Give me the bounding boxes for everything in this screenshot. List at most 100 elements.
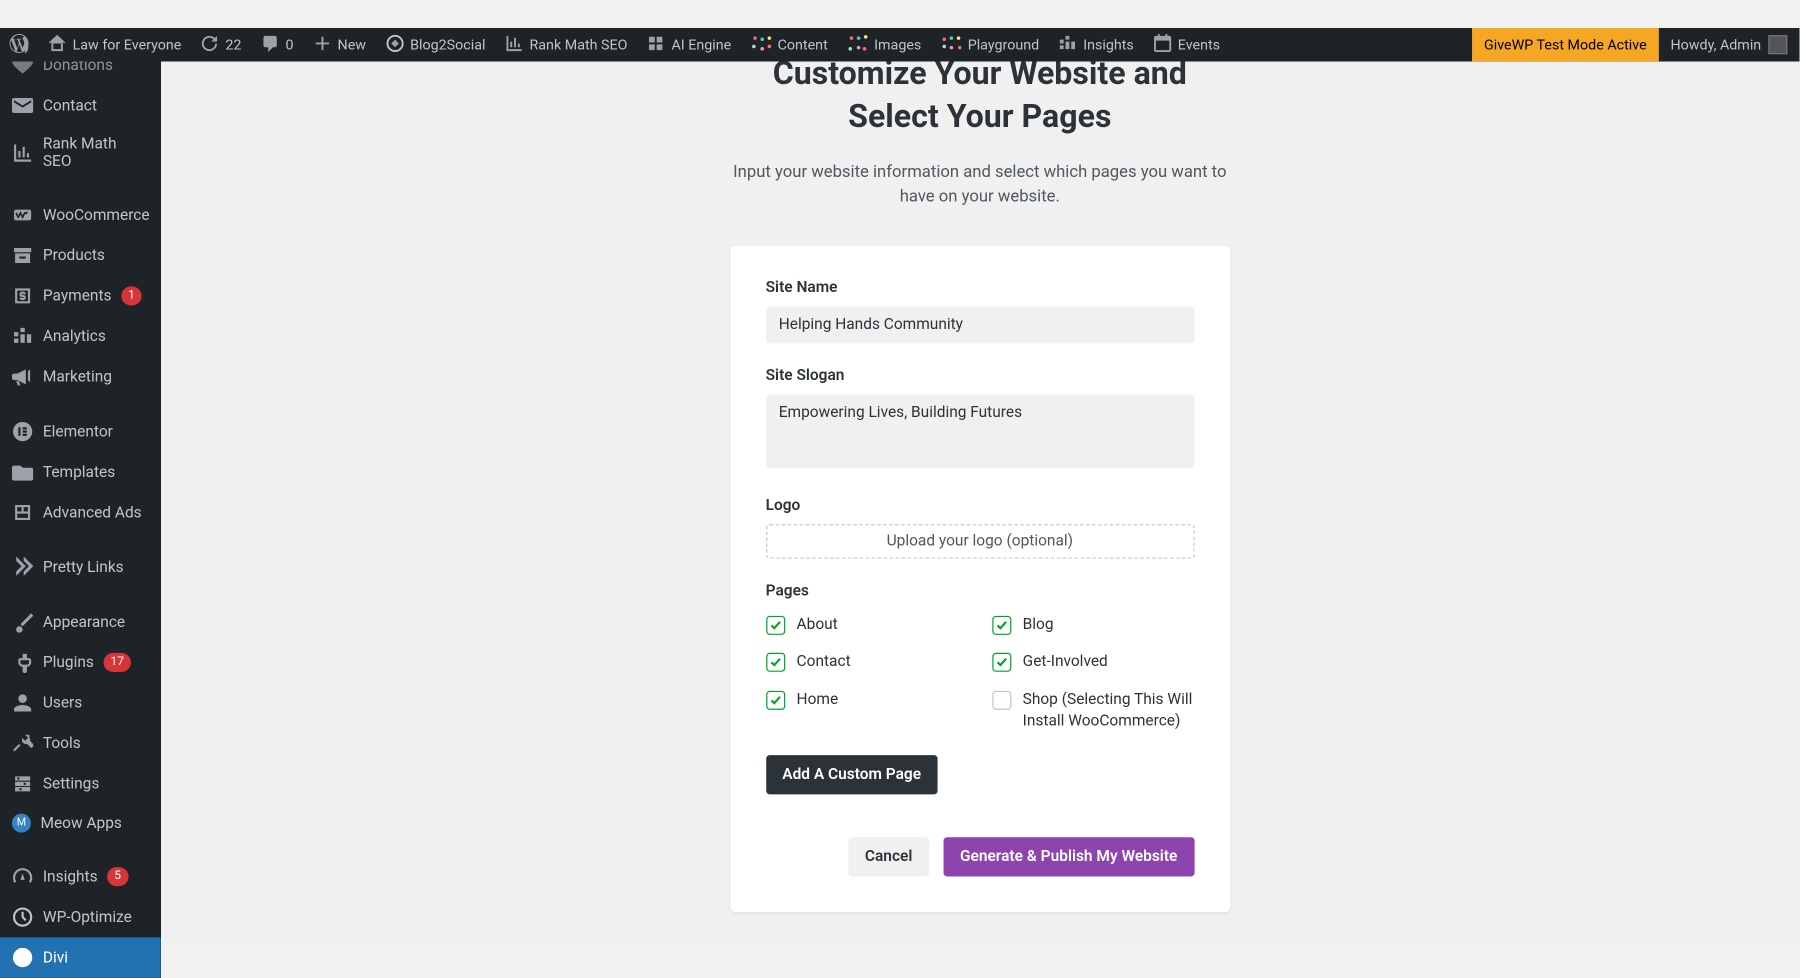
sidebar-item-tools[interactable]: Tools xyxy=(0,723,161,763)
sidebar-item-appearance[interactable]: Appearance xyxy=(0,602,161,642)
page-header: Customize Your Website and Select Your P… xyxy=(456,52,1503,210)
chart-icon xyxy=(505,33,524,56)
sidebar-item-label: Templates xyxy=(43,463,115,481)
sidebar-item-label: Settings xyxy=(43,775,99,793)
adminbar-wp-logo[interactable] xyxy=(0,28,38,61)
page-check-home[interactable]: Home xyxy=(766,690,968,732)
sidebar-item-plugins[interactable]: Plugins 17 xyxy=(0,642,161,682)
givewp-test-mode-badge[interactable]: GiveWP Test Mode Active xyxy=(1472,28,1658,61)
sidebar-item-wp-optimize[interactable]: WP-Optimize xyxy=(0,897,161,937)
sidebar-item-users[interactable]: Users xyxy=(0,683,161,723)
sidebar-item-label: Insights xyxy=(43,868,98,886)
sidebar-item-label: WP-Optimize xyxy=(43,908,132,926)
adminbar-events-label: Events xyxy=(1178,36,1220,53)
checkbox[interactable] xyxy=(766,691,785,710)
adminbar-rank-math-label: Rank Math SEO xyxy=(529,36,627,53)
dollar-icon xyxy=(12,285,33,306)
checkbox[interactable] xyxy=(766,653,785,672)
sidebar-item-analytics[interactable]: Analytics xyxy=(0,316,161,356)
sidebar-item-elementor[interactable]: Elementor xyxy=(0,411,161,451)
page-check-blog[interactable]: Blog xyxy=(992,615,1194,636)
sidebar-item-advanced-ads[interactable]: Advanced Ads xyxy=(0,492,161,532)
sidebar-item-label: Products xyxy=(43,246,105,264)
folder-icon xyxy=(12,461,33,482)
sidebar-item-meow-apps[interactable]: M Meow Apps xyxy=(0,804,161,842)
sidebar-item-marketing[interactable]: Marketing xyxy=(0,356,161,396)
howdy-account[interactable]: Howdy, Admin xyxy=(1659,28,1800,61)
site-slogan-input[interactable]: Empowering Lives, Building Futures xyxy=(766,394,1194,468)
woo-icon xyxy=(12,204,33,225)
adminbar-content[interactable]: Content xyxy=(741,28,838,61)
adminbar-events[interactable]: Events xyxy=(1143,28,1229,61)
cancel-button[interactable]: Cancel xyxy=(848,837,929,876)
heart-icon xyxy=(12,61,33,75)
adminbar-ai-engine[interactable]: AI Engine xyxy=(637,28,741,61)
plus-icon xyxy=(313,33,332,56)
sidebar-item-label: Analytics xyxy=(43,327,106,345)
adminbar-playground[interactable]: Playground xyxy=(931,28,1049,61)
ads-icon xyxy=(12,502,33,523)
adminbar-site-name-label: Law for Everyone xyxy=(73,36,182,53)
adminbar-site-name[interactable]: Law for Everyone xyxy=(38,28,191,61)
pages-label: Pages xyxy=(766,582,1194,600)
sidebar-item-label: Advanced Ads xyxy=(43,503,142,521)
update-icon xyxy=(200,33,219,56)
adminbar-comments[interactable]: 0 xyxy=(251,28,303,61)
site-name-input[interactable] xyxy=(766,306,1194,343)
adminbar-images[interactable]: Images xyxy=(837,28,931,61)
logo-label: Logo xyxy=(766,497,1194,515)
page-check-label: Blog xyxy=(1023,615,1054,636)
avatar xyxy=(1768,35,1787,54)
adminbar-images-label: Images xyxy=(874,36,921,53)
sidebar-item-woocommerce[interactable]: WooCommerce xyxy=(0,195,161,235)
sidebar-item-label: Appearance xyxy=(43,613,125,631)
adminbar-rank-math[interactable]: Rank Math SEO xyxy=(495,28,637,61)
add-custom-page-button[interactable]: Add A Custom Page xyxy=(766,755,938,794)
checkbox[interactable] xyxy=(766,616,785,635)
page-check-shop[interactable]: Shop (Selecting This Will Install WooCom… xyxy=(992,690,1194,732)
user-icon xyxy=(12,692,33,713)
page-check-label: Shop (Selecting This Will Install WooCom… xyxy=(1023,690,1194,732)
checkbox[interactable] xyxy=(992,691,1011,710)
star-icon xyxy=(12,556,33,577)
sidebar-item-label: Meow Apps xyxy=(40,814,121,832)
adminbar-updates[interactable]: 22 xyxy=(191,28,251,61)
sidebar-item-label: Marketing xyxy=(43,368,112,386)
adminbar-blog2social[interactable]: Blog2Social xyxy=(376,28,495,61)
meow-icon: M xyxy=(12,813,31,832)
sidebar-item-contact[interactable]: Contact xyxy=(0,85,161,125)
sidebar-item-donations[interactable]: Donations xyxy=(0,61,161,85)
sidebar-item-pretty-links[interactable]: Pretty Links xyxy=(0,547,161,587)
adminbar-new-content[interactable]: New xyxy=(303,28,376,61)
badge: 5 xyxy=(107,867,128,886)
checkbox[interactable] xyxy=(992,616,1011,635)
home-icon xyxy=(48,33,67,56)
sidebar-item-templates[interactable]: Templates xyxy=(0,452,161,492)
sidebar-item-label: Plugins xyxy=(43,653,94,671)
generate-publish-button[interactable]: Generate & Publish My Website xyxy=(943,837,1194,876)
gauge-icon xyxy=(12,866,33,887)
adminbar-comments-label: 0 xyxy=(285,36,293,53)
sidebar-item-products[interactable]: Products xyxy=(0,235,161,275)
sidebar-item-label: Donations xyxy=(43,61,113,73)
page-check-contact[interactable]: Contact xyxy=(766,652,968,673)
howdy-label: Howdy, Admin xyxy=(1670,36,1761,53)
adminbar-insights-label: Insights xyxy=(1083,36,1134,53)
page-check-label: Get-Involved xyxy=(1023,652,1108,673)
main-content: Customize Your Website and Select Your P… xyxy=(161,28,1800,944)
adminbar-insights[interactable]: Insights xyxy=(1049,28,1144,61)
sidebar-item-settings[interactable]: Settings xyxy=(0,763,161,803)
sidebar-item-label: Tools xyxy=(43,734,81,752)
page-check-get-involved[interactable]: Get-Involved xyxy=(992,652,1194,673)
sidebar-item-label: Pretty Links xyxy=(43,558,124,576)
admin-sidebar: Donations ContactRank Math SEO WooCommerce… xyxy=(0,61,161,977)
sidebar-item-insights[interactable]: Insights 5 xyxy=(0,856,161,896)
archive-icon xyxy=(12,245,33,266)
adminbar-content-label: Content xyxy=(778,36,828,53)
checkbox[interactable] xyxy=(992,653,1011,672)
sidebar-item-label: Elementor xyxy=(43,422,113,440)
sidebar-item-rank-math-seo[interactable]: Rank Math SEO xyxy=(0,126,161,181)
page-check-about[interactable]: About xyxy=(766,615,968,636)
sidebar-item-payments[interactable]: Payments 1 xyxy=(0,276,161,316)
logo-upload[interactable]: Upload your logo (optional) xyxy=(766,524,1194,559)
